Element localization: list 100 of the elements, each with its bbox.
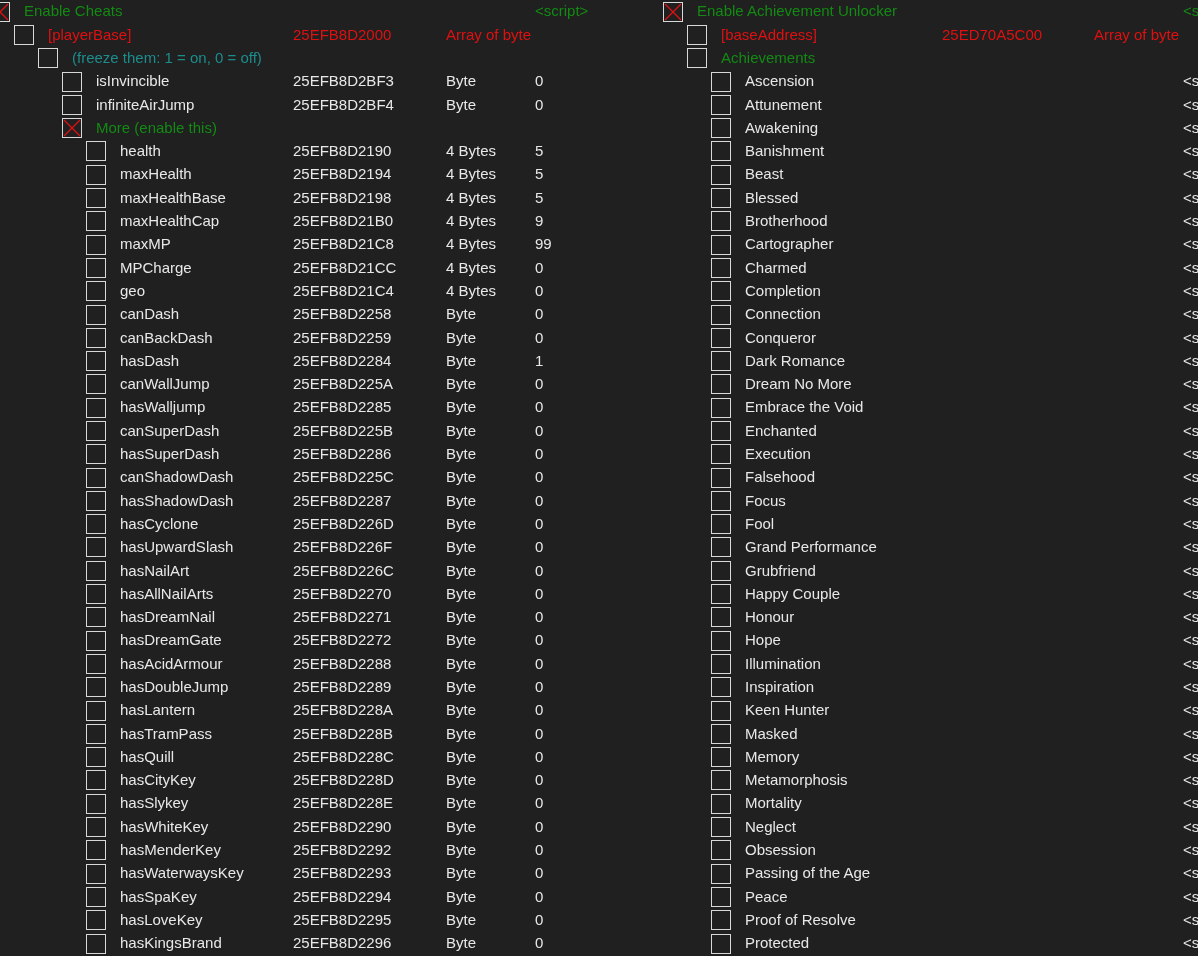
value-text: 0	[535, 328, 544, 346]
value-text: <s	[1183, 910, 1198, 928]
checkbox[interactable]	[38, 48, 58, 69]
checkbox[interactable]	[14, 24, 34, 45]
checkbox[interactable]	[86, 327, 106, 348]
checkbox[interactable]	[86, 863, 106, 884]
checkbox[interactable]	[86, 817, 106, 838]
checkbox[interactable]	[86, 747, 106, 768]
checkbox[interactable]	[86, 374, 106, 395]
checkbox[interactable]	[711, 141, 731, 162]
value-text: 0	[535, 747, 544, 765]
checkbox[interactable]	[86, 607, 106, 628]
checkbox[interactable]	[711, 863, 731, 884]
checkbox[interactable]	[86, 514, 106, 535]
checkbox[interactable]	[711, 560, 731, 581]
checkbox[interactable]	[711, 351, 731, 372]
checkbox[interactable]	[711, 257, 731, 278]
checkbox[interactable]	[711, 910, 731, 931]
checkbox[interactable]	[86, 840, 106, 861]
checkbox[interactable]	[711, 840, 731, 861]
checkbox[interactable]	[711, 164, 731, 185]
checkbox[interactable]	[663, 1, 683, 22]
checkbox[interactable]	[86, 351, 106, 372]
checkbox[interactable]	[711, 281, 731, 302]
checkbox[interactable]	[711, 94, 731, 115]
type-text: Byte	[446, 305, 476, 323]
checkbox[interactable]	[711, 444, 731, 465]
value-text: <s	[1183, 258, 1198, 276]
checkbox[interactable]	[86, 584, 106, 605]
entry-name: Embrace the Void	[745, 397, 864, 418]
checkbox[interactable]	[687, 48, 707, 69]
checkbox[interactable]	[86, 164, 106, 185]
checkbox[interactable]	[711, 770, 731, 791]
checkbox[interactable]	[711, 211, 731, 232]
entry-name: Dream No More	[745, 374, 852, 395]
entry-name: hasSuperDash	[120, 444, 220, 465]
checkbox[interactable]	[86, 304, 106, 325]
checkbox[interactable]	[86, 910, 106, 931]
checkbox[interactable]	[86, 257, 106, 278]
checkbox[interactable]	[711, 467, 731, 488]
checkbox[interactable]	[86, 444, 106, 465]
checkbox[interactable]	[711, 793, 731, 814]
checkbox[interactable]	[711, 723, 731, 744]
checkbox[interactable]	[62, 118, 82, 139]
checkbox[interactable]	[711, 421, 731, 441]
checkbox[interactable]	[711, 886, 731, 907]
checkbox[interactable]	[711, 677, 731, 698]
checkbox[interactable]	[711, 118, 731, 139]
checkbox[interactable]	[86, 677, 106, 698]
checkbox[interactable]	[86, 933, 106, 954]
checkbox[interactable]	[86, 141, 106, 162]
checkbox[interactable]	[711, 537, 731, 558]
checkbox[interactable]	[711, 933, 731, 954]
checkbox[interactable]	[86, 467, 106, 488]
entry-name: Brotherhood	[745, 211, 828, 232]
checkbox[interactable]	[86, 421, 106, 441]
checkbox[interactable]	[711, 607, 731, 628]
checkbox[interactable]	[711, 514, 731, 535]
address-text: 25EFB8D226D	[293, 514, 394, 532]
checkbox[interactable]	[711, 374, 731, 395]
checkbox[interactable]	[86, 397, 106, 418]
checkbox[interactable]	[711, 397, 731, 418]
checkbox[interactable]	[86, 630, 106, 651]
checkbox[interactable]	[711, 327, 731, 348]
checkbox[interactable]	[711, 630, 731, 651]
checkbox[interactable]	[711, 490, 731, 511]
checkbox[interactable]	[711, 817, 731, 838]
checkbox[interactable]	[711, 188, 731, 208]
checkbox[interactable]	[86, 700, 106, 721]
checkbox[interactable]	[62, 71, 82, 92]
checkbox[interactable]	[687, 24, 707, 45]
value-text: <s	[1183, 118, 1198, 136]
checkbox[interactable]	[86, 653, 106, 674]
checkbox[interactable]	[86, 886, 106, 907]
checkbox[interactable]	[86, 723, 106, 744]
checkbox[interactable]	[86, 211, 106, 232]
checkbox[interactable]	[711, 700, 731, 721]
checkbox[interactable]	[711, 234, 731, 255]
checkbox[interactable]	[86, 490, 106, 511]
entry-name: Attunement	[745, 94, 822, 115]
checkbox[interactable]	[86, 793, 106, 814]
checkbox[interactable]	[86, 560, 106, 581]
entry-name: hasQuill	[120, 746, 175, 767]
entry-name: hasKingsBrand	[120, 933, 222, 954]
checkbox[interactable]	[86, 281, 106, 302]
checkbox[interactable]	[62, 94, 82, 115]
checkbox[interactable]	[711, 653, 731, 674]
type-text: Byte	[446, 934, 476, 952]
checkbox[interactable]	[86, 770, 106, 791]
checkbox[interactable]	[711, 584, 731, 605]
type-text: 4 Bytes	[446, 281, 497, 299]
checkbox[interactable]	[86, 188, 106, 208]
checkbox[interactable]	[86, 234, 106, 255]
checkbox[interactable]	[711, 747, 731, 768]
type-text: Byte	[446, 724, 476, 742]
checkbox[interactable]	[711, 71, 731, 92]
value-text: 0	[535, 841, 544, 859]
checkbox[interactable]	[86, 537, 106, 558]
value-text: 0	[535, 375, 544, 393]
checkbox[interactable]	[711, 304, 731, 325]
